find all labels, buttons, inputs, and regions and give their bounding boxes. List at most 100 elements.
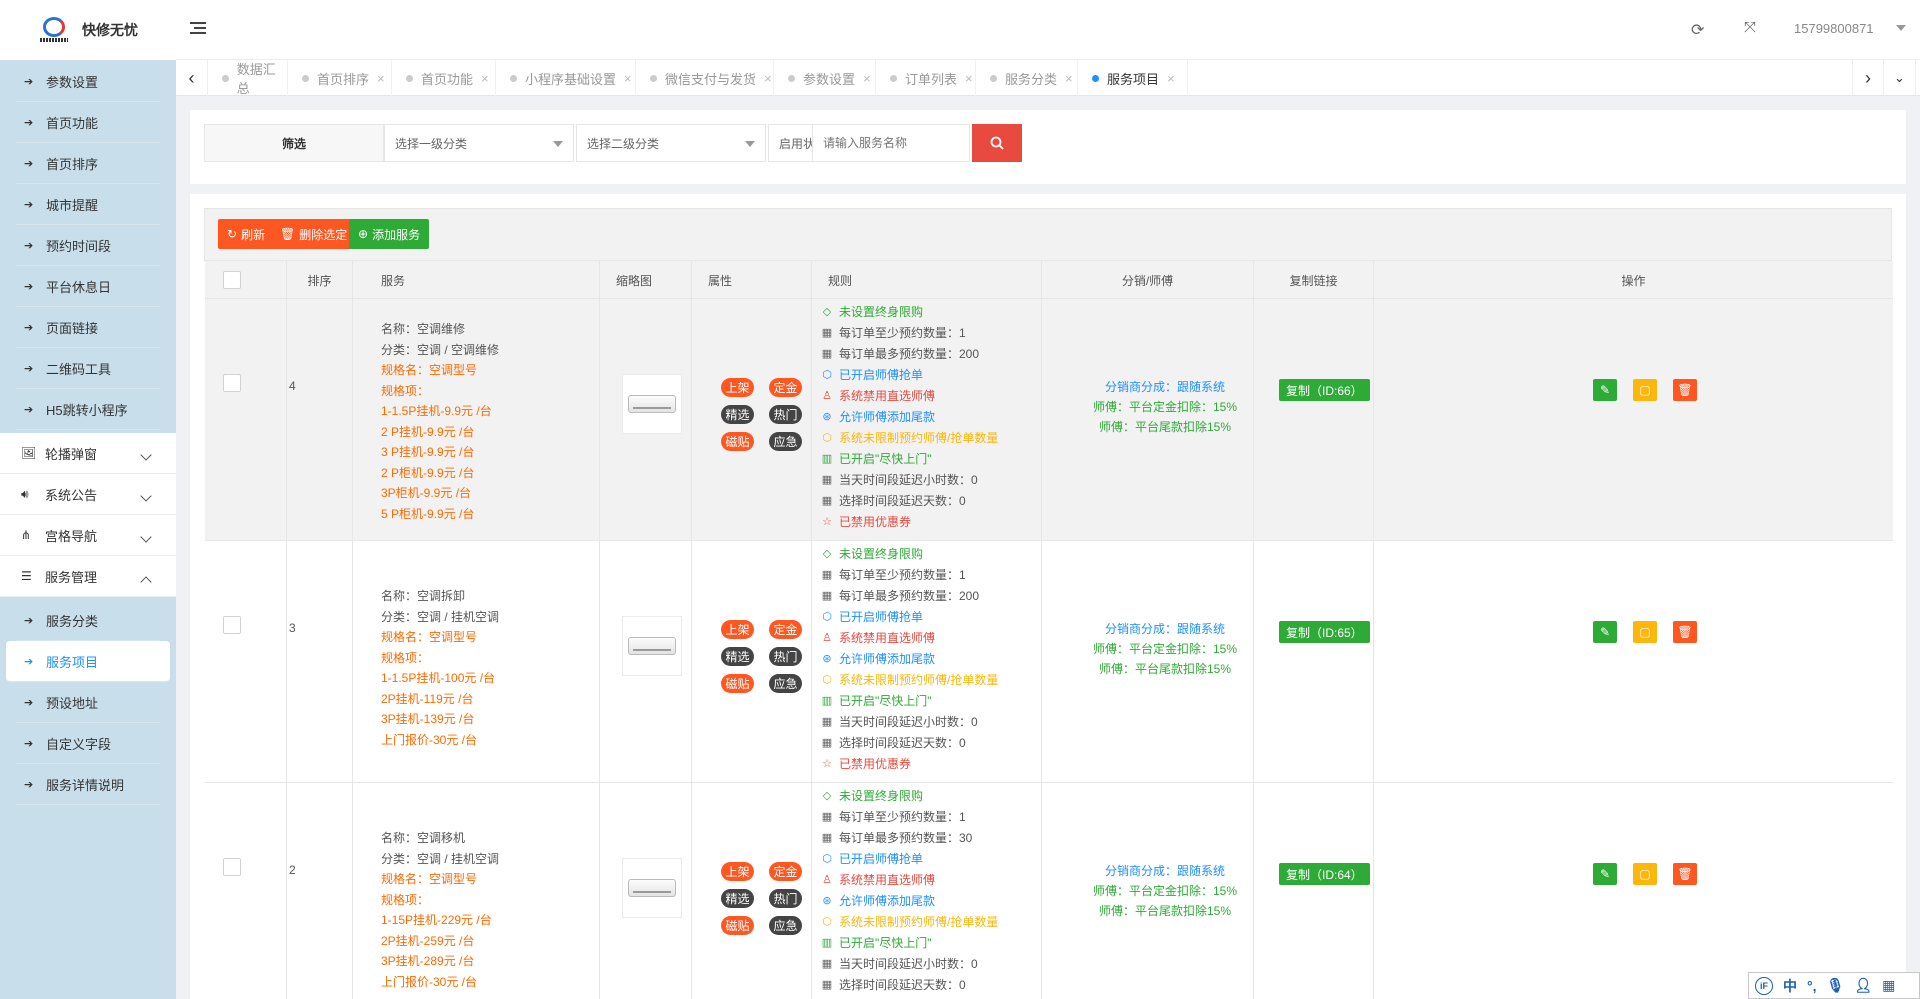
edit-button[interactable]: ✎ bbox=[1593, 379, 1617, 401]
row-checkbox[interactable] bbox=[223, 858, 241, 876]
close-icon[interactable]: × bbox=[863, 71, 871, 86]
rule-text: 已开启师傅抢单 bbox=[839, 368, 924, 382]
edit-button[interactable]: ✎ bbox=[1593, 863, 1617, 885]
delete-selected-button-label: 删除选定 bbox=[299, 227, 348, 242]
note-button[interactable]: ▢ bbox=[1633, 621, 1657, 643]
sidebar-group-0[interactable]: 🖼︎ 轮播弹窗 bbox=[0, 433, 176, 474]
tab-next-icon[interactable]: › bbox=[1852, 60, 1884, 96]
sidebar-item-4[interactable]: ➔ 预约时间段 bbox=[16, 225, 160, 266]
close-icon[interactable]: × bbox=[764, 71, 772, 86]
fullscreen-icon[interactable]: ⤧ bbox=[1744, 19, 1756, 36]
refresh-icon[interactable]: ⟳ bbox=[1691, 20, 1704, 40]
row-checkbox[interactable] bbox=[223, 374, 241, 392]
user-dropdown-icon[interactable] bbox=[1896, 25, 1906, 31]
sidebar-item-8[interactable]: ➔ H5跳转小程序 bbox=[16, 389, 160, 430]
refresh-button[interactable]: ↻ 刷新 bbox=[218, 219, 275, 249]
tab-2[interactable]: 首页功能 × bbox=[392, 60, 496, 96]
ime-language[interactable]: 中 bbox=[1783, 976, 1797, 996]
service-info: 名称：空调移机 分类：空调 / 挂机空调 规格名：空调型号 规格项： 1-15P挂机-2… bbox=[381, 828, 499, 992]
rule-text: 每订单至少预约数量：1 bbox=[839, 568, 966, 582]
row-checkbox[interactable] bbox=[223, 616, 241, 634]
sidebar-subitem-0[interactable]: ➔ 服务分类 bbox=[16, 600, 160, 641]
sidebar-subitem-3[interactable]: ➔ 自定义字段 bbox=[16, 723, 160, 764]
delete-button[interactable]: 🗑︎ bbox=[1673, 621, 1697, 643]
sidebar-subitem-1[interactable]: ➔ 服务项目 bbox=[6, 641, 170, 682]
search-button[interactable] bbox=[972, 124, 1022, 162]
tab-5[interactable]: 参数设置 × bbox=[774, 60, 876, 96]
sidebar-item-5[interactable]: ➔ 平台休息日 bbox=[16, 266, 160, 307]
table-toolbar: ↻ 刷新 🗑︎ 删除选定 ⊕ 添加服务 bbox=[204, 208, 1892, 260]
sidebar-group-1[interactable]: 🔊︎ 系统公告 bbox=[0, 474, 176, 515]
tab-3[interactable]: 小程序基础设置 × bbox=[496, 60, 636, 96]
service-spec-title: 规格项： bbox=[381, 383, 430, 398]
select-all-checkbox[interactable] bbox=[223, 271, 241, 289]
sidebar-group-3[interactable]: ☰ 服务管理 bbox=[0, 556, 176, 597]
microphone-icon[interactable]: 🎙︎ bbox=[1827, 977, 1845, 994]
row-operations: ✎ ▢ 🗑︎ bbox=[1593, 379, 1697, 401]
table-cell bbox=[1254, 541, 1374, 783]
sidebar-subitem-2[interactable]: ➔ 预设地址 bbox=[16, 682, 160, 723]
tab-1[interactable]: 首页排序 × bbox=[288, 60, 392, 96]
service-spec-item: 1-1.5P挂机-100元 /台 bbox=[381, 671, 496, 685]
arrow-right-icon: ➔ bbox=[24, 116, 34, 129]
table-cell bbox=[205, 299, 287, 541]
arrow-right-icon: ➔ bbox=[24, 198, 34, 211]
sidebar: 快修无忧 ➔ 参数设置 ➔ 首页功能 ➔ 首页排序 ➔ 城市提醒 ➔ 预约时间段 ➔ 平台休息日 ➔ 页面… bbox=[0, 0, 176, 999]
note-button[interactable]: ▢ bbox=[1633, 863, 1657, 885]
rule-item: ▦ 每订单至少预约数量：1 bbox=[821, 807, 998, 828]
copy-link-button[interactable]: 复制（ID:66） bbox=[1279, 379, 1370, 401]
table-cell bbox=[287, 299, 353, 541]
service-spec-name: 规格名：空调型号 bbox=[381, 630, 478, 644]
service-category: 分类：空调 / 挂机空调 bbox=[381, 851, 500, 866]
close-icon[interactable]: × bbox=[1065, 71, 1073, 86]
sidebar-subitem-4[interactable]: ➔ 服务详情说明 bbox=[16, 764, 160, 805]
menu-toggle-icon[interactable] bbox=[190, 22, 206, 36]
sidebar-item-6[interactable]: ➔ 页面链接 bbox=[16, 307, 160, 348]
rule-text: 每订单最多预约数量：30 bbox=[839, 831, 973, 845]
user-icon[interactable]: 👤︎ bbox=[1854, 977, 1872, 994]
rule-text: 每订单至少预约数量：1 bbox=[839, 810, 966, 824]
rule-item: ◇ 未设置终身限购 bbox=[821, 786, 998, 807]
add-service-button[interactable]: ⊕ 添加服务 bbox=[349, 219, 430, 249]
service-name-search-input[interactable] bbox=[812, 124, 970, 162]
punctuation-icon[interactable]: °, bbox=[1807, 978, 1817, 994]
copy-link-button[interactable]: 复制（ID:65） bbox=[1279, 621, 1370, 643]
edit-button[interactable]: ✎ bbox=[1593, 621, 1617, 643]
tab-7[interactable]: 服务分类 × bbox=[976, 60, 1078, 96]
delete-selected-button[interactable]: 🗑︎ 删除选定 bbox=[271, 219, 357, 249]
sidebar-item-7[interactable]: ➔ 二维码工具 bbox=[16, 348, 160, 389]
service-spec-item: 2 P柜机-9.9元 /台 bbox=[381, 465, 475, 480]
close-icon[interactable]: × bbox=[1167, 71, 1175, 86]
delete-button[interactable]: 🗑︎ bbox=[1673, 863, 1697, 885]
attribute-tag: 定金 bbox=[769, 378, 802, 397]
sidebar-item-3[interactable]: ➔ 城市提醒 bbox=[16, 184, 160, 225]
tab-menu-icon[interactable]: ⌄ bbox=[1884, 60, 1916, 96]
chevron-down-icon bbox=[140, 449, 152, 461]
rule-text: 系统未限制预约师傅/抢单数量 bbox=[839, 673, 999, 687]
tab-6[interactable]: 订单列表 × bbox=[876, 60, 976, 96]
close-icon[interactable]: × bbox=[377, 71, 385, 86]
sidebar-group-2[interactable]: ⋔ 宫格导航 bbox=[0, 515, 176, 556]
close-icon[interactable]: × bbox=[624, 71, 632, 86]
tab-4[interactable]: 微信支付与发货 × bbox=[636, 60, 774, 96]
chevron-down-icon bbox=[140, 490, 152, 502]
rule-icon: ▦ bbox=[821, 348, 833, 360]
close-icon[interactable]: × bbox=[481, 71, 489, 86]
ime-toolbar[interactable]: iF 中 °, 🎙︎ 👤︎ ▦ bbox=[1748, 972, 1920, 999]
sidebar-item-1[interactable]: ➔ 首页功能 bbox=[16, 102, 160, 143]
copy-link-button[interactable]: 复制（ID:64） bbox=[1279, 863, 1370, 885]
arrow-right-icon: ➔ bbox=[24, 75, 34, 88]
sidebar-item-0[interactable]: ➔ 参数设置 bbox=[16, 61, 160, 102]
first-category-select[interactable]: 选择一级分类 bbox=[384, 124, 574, 162]
second-category-select[interactable]: 选择二级分类 bbox=[576, 124, 766, 162]
delete-button[interactable]: 🗑︎ bbox=[1673, 379, 1697, 401]
note-button[interactable]: ▢ bbox=[1633, 379, 1657, 401]
tab-prev-icon[interactable]: ‹ bbox=[176, 60, 208, 96]
tab-8[interactable]: 服务项目 × bbox=[1078, 60, 1188, 96]
tab-0[interactable]: 数据汇总 bbox=[208, 60, 288, 96]
sidebar-item-2[interactable]: ➔ 首页排序 bbox=[16, 143, 160, 184]
close-icon[interactable]: × bbox=[965, 71, 973, 86]
grid-icon[interactable]: ▦ bbox=[1882, 977, 1895, 994]
user-account[interactable]: 15799800871 bbox=[1794, 21, 1874, 36]
rule-item: ⬡ 已开启师傅抢单 bbox=[821, 607, 998, 628]
